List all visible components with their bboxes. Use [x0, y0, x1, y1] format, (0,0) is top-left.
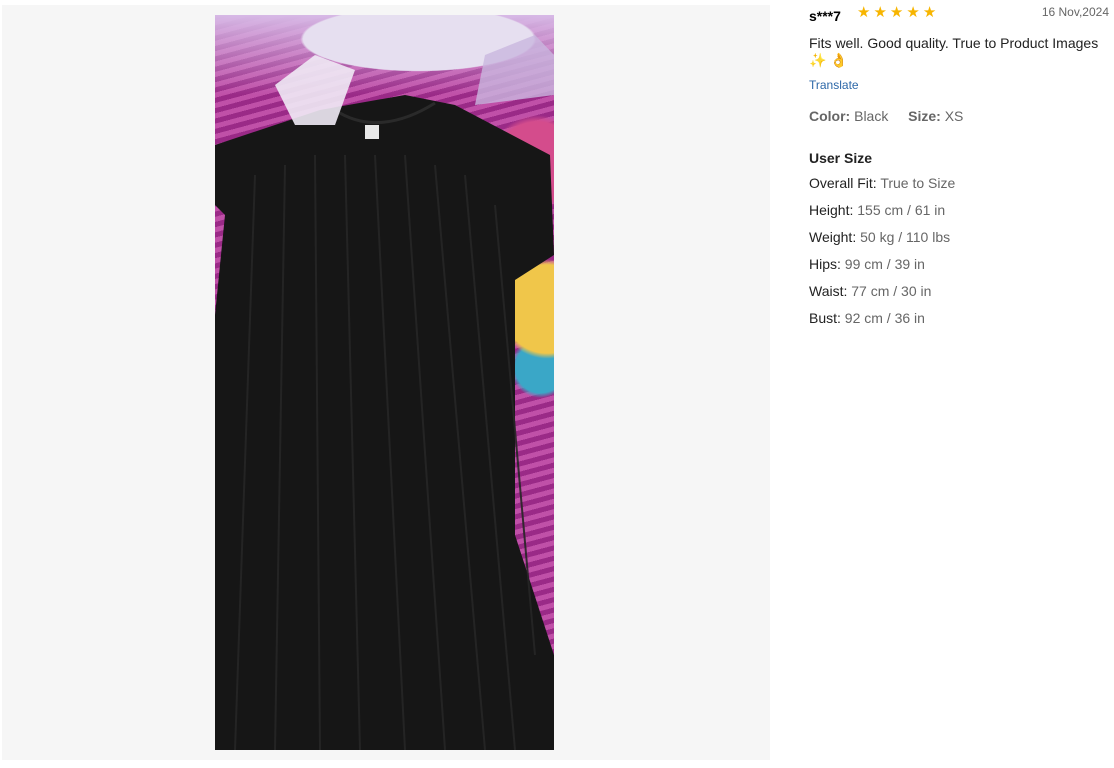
user-size-value: 77 cm / 30 in: [851, 283, 932, 299]
black-dress-image: [215, 35, 554, 750]
review-header: s***7 ★ ★ ★ ★ ★ 16 Nov,2024: [809, 0, 1109, 30]
review-date: 16 Nov,2024: [1041, 5, 1109, 19]
translate-link[interactable]: Translate: [809, 78, 859, 92]
user-size-row-waist: Waist: 77 cm / 30 in: [809, 283, 1109, 310]
user-size-value: 99 cm / 39 in: [844, 256, 925, 272]
size-value: XS: [944, 108, 964, 124]
user-size-row-hips: Hips: 99 cm / 39 in: [809, 256, 1109, 283]
color-label: Color:: [809, 108, 851, 124]
star-icon: ★: [873, 4, 887, 21]
user-size-key: Waist:: [809, 283, 848, 299]
review-text: Fits well. Good quality. True to Product…: [809, 35, 1099, 68]
review-details: s***7 ★ ★ ★ ★ ★ 16 Nov,2024 Fits well. G…: [809, 0, 1109, 337]
user-size-key: Height:: [809, 202, 854, 218]
size-label: Size:: [908, 108, 941, 124]
user-size-key: Weight:: [809, 229, 857, 245]
star-icon: ★: [857, 4, 871, 21]
review-page: s***7 ★ ★ ★ ★ ★ 16 Nov,2024 Fits well. G…: [0, 0, 1114, 768]
user-size-value: True to Size: [880, 175, 956, 191]
user-size-row-height: Height: 155 cm / 61 in: [809, 202, 1109, 229]
user-size-row-weight: Weight: 50 kg / 110 lbs: [809, 229, 1109, 256]
review-media-panel: [2, 5, 770, 760]
star-icon: ★: [906, 4, 920, 21]
user-size-value: 50 kg / 110 lbs: [860, 229, 951, 245]
star-icon: ★: [889, 4, 904, 21]
review-photo[interactable]: [215, 15, 554, 750]
user-size-key: Hips:: [809, 256, 841, 272]
color-value: Black: [854, 108, 889, 124]
purchased-variant: Color: Black Size: XS: [809, 108, 1109, 124]
user-size-key: Overall Fit:: [809, 175, 877, 191]
star-icon: ★: [922, 4, 937, 21]
user-size-value: 92 cm / 36 in: [844, 310, 925, 326]
user-size-list: Overall Fit: True to Size Height: 155 cm…: [809, 175, 1109, 337]
star-rating: ★ ★ ★ ★ ★: [857, 5, 936, 21]
user-size-value: 155 cm / 61 in: [857, 202, 946, 218]
user-size-row-bust: Bust: 92 cm / 36 in: [809, 310, 1109, 337]
user-size-key: Bust:: [809, 310, 841, 326]
user-size-title: User Size: [809, 150, 873, 166]
user-size-row-overall-fit: Overall Fit: True to Size: [809, 175, 1109, 202]
reviewer-name: s***7: [809, 8, 841, 24]
